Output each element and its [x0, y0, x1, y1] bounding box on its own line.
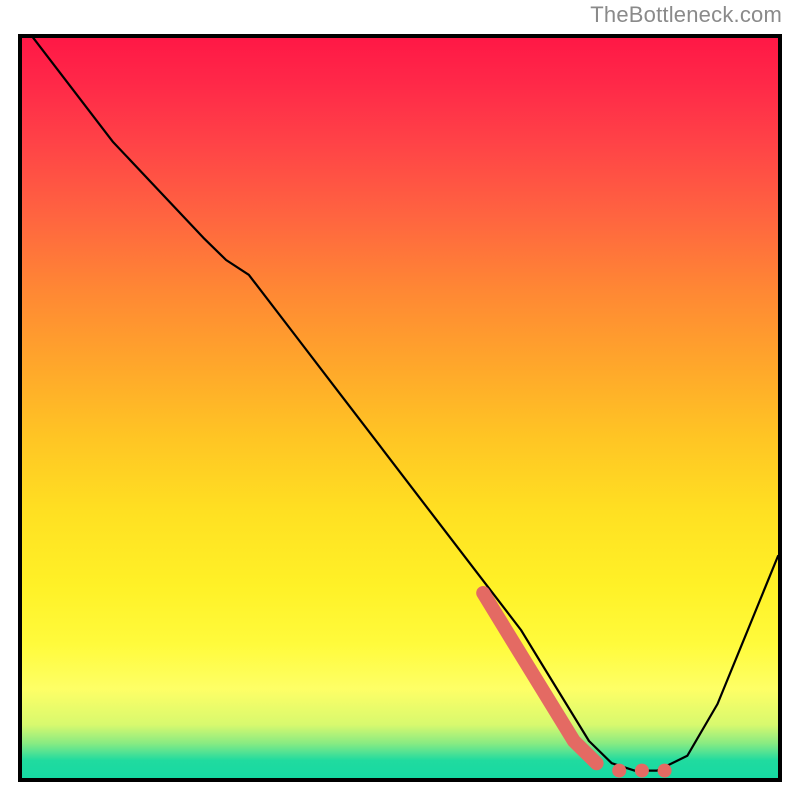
highlight-dot — [612, 764, 626, 778]
plot-frame — [18, 34, 782, 782]
attribution-text: TheBottleneck.com — [590, 2, 782, 28]
plot-inner — [22, 38, 778, 778]
chart-container: TheBottleneck.com — [0, 0, 800, 800]
highlight-dot — [635, 764, 649, 778]
highlight-dot — [658, 764, 672, 778]
bottleneck-curve — [22, 38, 778, 778]
curve-path — [22, 38, 778, 771]
highlight-segment — [483, 593, 596, 763]
highlight-dots — [612, 764, 671, 778]
